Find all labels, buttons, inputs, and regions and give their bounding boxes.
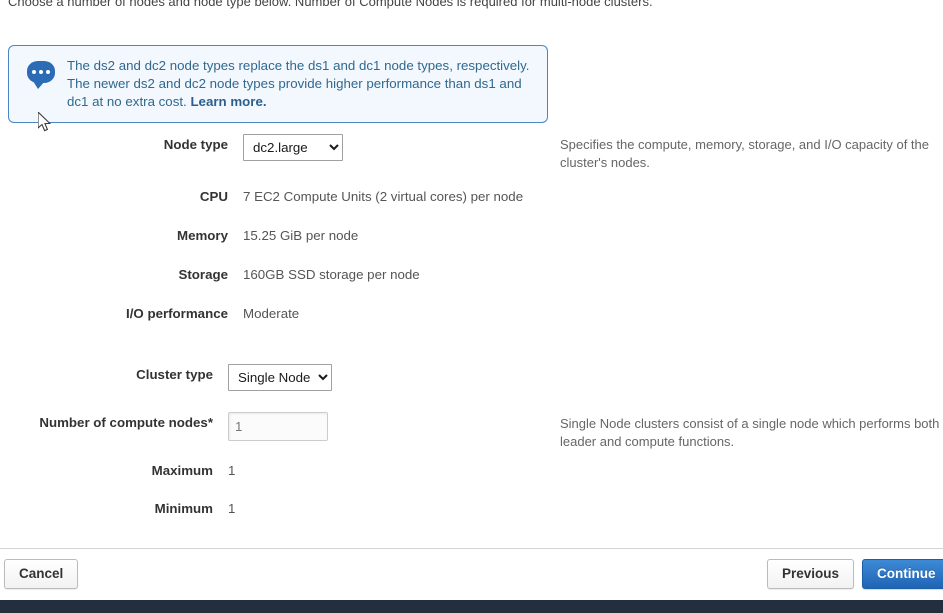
speech-bubble-icon <box>27 61 57 89</box>
minimum-row: Minimum 1 <box>0 500 943 518</box>
minimum-value: 1 <box>228 501 236 516</box>
maximum-row: Maximum 1 <box>0 462 943 480</box>
previous-button[interactable]: Previous <box>767 559 855 589</box>
node-type-label: Node type <box>163 137 228 152</box>
memory-value: 15.25 GiB per node <box>243 228 359 243</box>
minimum-label: Minimum <box>154 501 213 516</box>
page-footer-strip <box>0 600 943 613</box>
cluster-type-select[interactable]: Single NodeMulti Node <box>228 364 332 391</box>
notice-message-body: The ds2 and dc2 node types replace the d… <box>67 58 530 109</box>
cpu-label: CPU <box>199 189 228 204</box>
io-performance-value: Moderate <box>243 306 300 321</box>
node-type-info-callout: The ds2 and dc2 node types replace the d… <box>8 45 548 123</box>
node-type-select[interactable]: dc2.largedc2.8xlargeds2.xlargeds2.8xlarg… <box>243 134 343 161</box>
memory-row: Memory 15.25 GiB per node <box>0 227 943 245</box>
notice-message: The ds2 and dc2 node types replace the d… <box>67 56 535 111</box>
node-type-help-text: Specifies the compute, memory, storage, … <box>560 137 929 170</box>
storage-label: Storage <box>178 267 228 282</box>
cpu-row: CPU 7 EC2 Compute Units (2 virtual cores… <box>0 188 943 206</box>
cancel-button[interactable]: Cancel <box>4 559 79 589</box>
io-performance-row: I/O performance Moderate <box>0 305 943 323</box>
memory-label: Memory <box>177 228 228 243</box>
continue-button[interactable]: Continue <box>862 559 943 589</box>
io-performance-label: I/O performance <box>126 306 228 321</box>
maximum-value: 1 <box>228 463 236 478</box>
storage-value: 160GB SSD storage per node <box>243 267 420 282</box>
compute-nodes-row: Number of compute nodes* Single Node clu… <box>0 412 943 449</box>
page-intro-text: Choose a number of nodes and node type b… <box>8 0 653 9</box>
cluster-type-help-text: Single Node clusters consist of a single… <box>560 416 940 449</box>
cluster-node-configuration-page: Choose a number of nodes and node type b… <box>0 0 943 613</box>
learn-more-link[interactable]: Learn more. <box>190 94 266 109</box>
cpu-value: 7 EC2 Compute Units (2 virtual cores) pe… <box>243 189 524 204</box>
compute-nodes-input[interactable] <box>228 412 328 441</box>
maximum-label: Maximum <box>151 463 213 478</box>
storage-row: Storage 160GB SSD storage per node <box>0 266 943 284</box>
compute-nodes-label: Number of compute nodes* <box>39 415 213 430</box>
node-type-row: Node type dc2.largedc2.8xlargeds2.xlarge… <box>0 134 943 170</box>
cluster-type-label: Cluster type <box>136 367 213 382</box>
cluster-type-row: Cluster type Single NodeMulti Node <box>0 364 943 391</box>
